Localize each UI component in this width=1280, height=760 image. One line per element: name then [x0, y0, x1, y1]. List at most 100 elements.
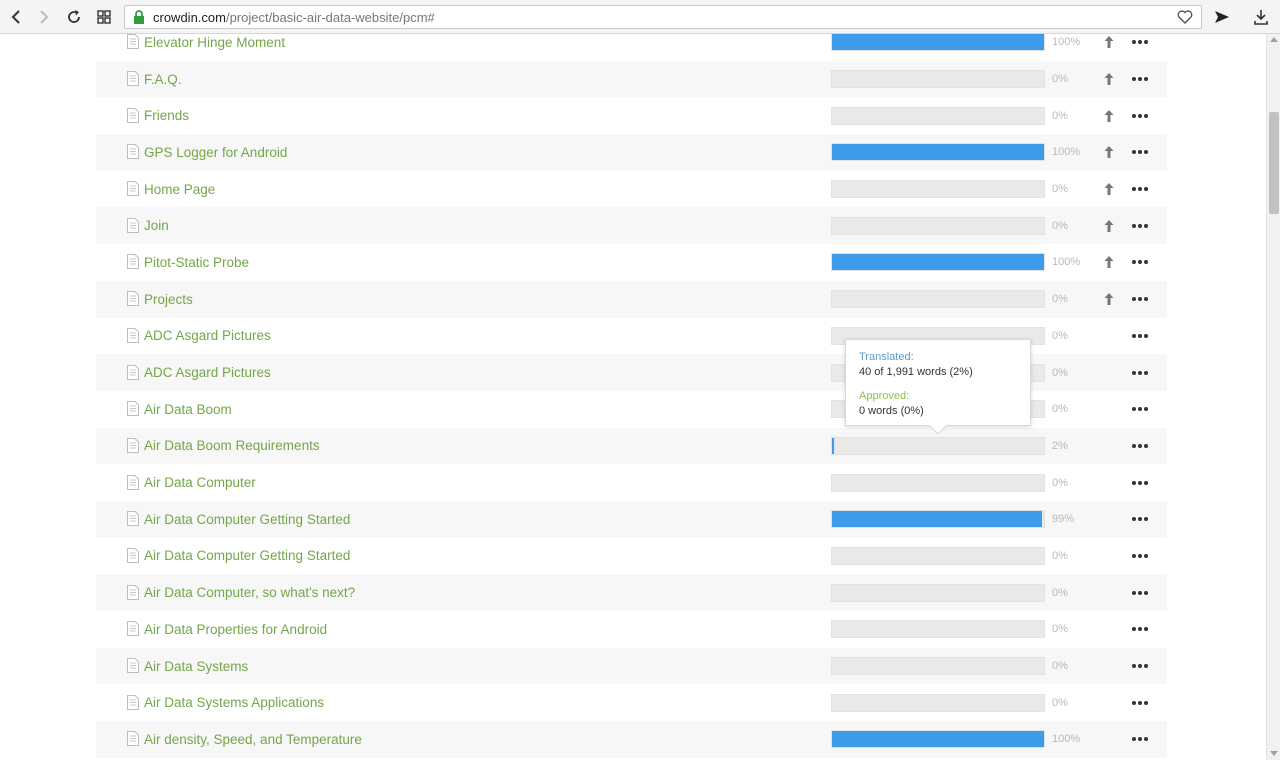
- progress-bar[interactable]: [831, 473, 1045, 492]
- file-name-link[interactable]: Air Data Computer: [144, 475, 256, 490]
- file-row[interactable]: F.A.Q. 0%: [96, 60, 1167, 98]
- progress-bar[interactable]: [831, 436, 1045, 455]
- file-row[interactable]: Air Data Systems 0%: [96, 647, 1167, 685]
- file-row[interactable]: GPS Logger for Android 100%: [96, 134, 1167, 171]
- more-options-icon[interactable]: [1132, 333, 1150, 339]
- file-row[interactable]: Air Data Computer Getting Started 0%: [96, 538, 1167, 575]
- address-bar[interactable]: crowdin.com/project/basic-air-data-websi…: [124, 5, 1202, 29]
- more-dot: [1132, 443, 1136, 448]
- more-options-icon[interactable]: [1132, 187, 1150, 192]
- progress-bar[interactable]: [831, 290, 1045, 309]
- progress-bar[interactable]: [831, 143, 1045, 162]
- file-row[interactable]: Home Page 0%: [96, 171, 1167, 208]
- more-options-icon[interactable]: [1132, 664, 1150, 669]
- file-name-link[interactable]: GPS Logger for Android: [144, 145, 287, 160]
- progress-bar[interactable]: [831, 546, 1045, 565]
- file-row[interactable]: Air Data Computer Getting Started 99%: [96, 500, 1167, 538]
- file-name-link[interactable]: Air Data Boom Requirements: [144, 438, 320, 453]
- file-row[interactable]: Air Data Computer 0%: [96, 464, 1167, 501]
- flow-button[interactable]: [1210, 5, 1234, 29]
- more-options-icon[interactable]: [1132, 260, 1150, 265]
- progress-bar[interactable]: [831, 180, 1045, 199]
- vertical-scrollbar[interactable]: [1266, 34, 1280, 760]
- upload-arrow-icon[interactable]: [1104, 292, 1114, 306]
- file-name-link[interactable]: Air Data Systems: [144, 659, 248, 674]
- downloads-button[interactable]: [1249, 5, 1273, 29]
- file-name-link[interactable]: Air Data Computer Getting Started: [144, 512, 350, 527]
- scroll-up-icon[interactable]: [1270, 37, 1278, 42]
- file-name-link[interactable]: Air Data Boom: [144, 402, 232, 417]
- progress-bar[interactable]: [831, 693, 1045, 712]
- progress-bar[interactable]: [831, 106, 1045, 125]
- more-options-icon[interactable]: [1132, 77, 1150, 82]
- upload-arrow-icon[interactable]: [1104, 219, 1114, 233]
- progress-bar[interactable]: [831, 657, 1045, 676]
- back-button[interactable]: [4, 5, 28, 29]
- progress-fill: [832, 731, 1044, 748]
- file-name-link[interactable]: Home Page: [144, 182, 215, 197]
- file-row[interactable]: Pitot-Static Probe 100%: [96, 244, 1167, 281]
- file-row[interactable]: Air Data Computer, so what's next? 0%: [96, 574, 1167, 611]
- file-row[interactable]: Air Data Systems Applications 0%: [96, 684, 1167, 721]
- file-name-link[interactable]: Elevator Hinge Moment: [144, 35, 285, 50]
- file-row[interactable]: Air Data Properties for Android 0%: [96, 611, 1167, 648]
- more-options-icon[interactable]: [1132, 443, 1150, 449]
- upload-arrow-icon[interactable]: [1104, 35, 1114, 49]
- more-options-icon[interactable]: [1132, 480, 1150, 486]
- file-name-link[interactable]: Air Data Computer Getting Started: [144, 548, 350, 563]
- more-options-icon[interactable]: [1132, 223, 1150, 229]
- progress-bar[interactable]: [831, 253, 1045, 272]
- file-name-link[interactable]: Air Data Systems Applications: [144, 695, 324, 710]
- file-name-link[interactable]: Air density, Speed, and Temperature: [144, 732, 362, 747]
- scroll-down-icon[interactable]: [1270, 751, 1278, 756]
- more-options-icon[interactable]: [1132, 737, 1150, 742]
- upload-arrow-icon[interactable]: [1104, 109, 1114, 123]
- more-options-icon[interactable]: [1132, 113, 1150, 119]
- scroll-thumb[interactable]: [1269, 112, 1279, 214]
- more-options-icon[interactable]: [1132, 700, 1150, 706]
- forward-button[interactable]: [32, 5, 56, 29]
- file-row[interactable]: Projects 0%: [96, 280, 1167, 318]
- file-name-link[interactable]: Friends: [144, 108, 189, 123]
- file-row[interactable]: Elevator Hinge Moment 100%: [96, 34, 1167, 61]
- more-dot: [1132, 77, 1136, 82]
- more-options-icon[interactable]: [1132, 370, 1150, 376]
- progress-bar[interactable]: [831, 620, 1045, 639]
- more-dot: [1138, 187, 1142, 192]
- more-options-icon[interactable]: [1132, 590, 1150, 596]
- heart-icon[interactable]: [1177, 9, 1193, 28]
- progress-bar[interactable]: [831, 34, 1045, 52]
- file-name-link[interactable]: Air Data Computer, so what's next?: [144, 585, 355, 600]
- progress-bar[interactable]: [831, 216, 1045, 235]
- upload-arrow-icon[interactable]: [1104, 145, 1114, 159]
- more-options-icon[interactable]: [1132, 40, 1150, 45]
- progress-bar[interactable]: [831, 510, 1045, 529]
- file-name-link[interactable]: Projects: [144, 292, 193, 307]
- more-options-icon[interactable]: [1132, 627, 1150, 632]
- tabs-grid-button[interactable]: [92, 5, 116, 29]
- more-options-icon[interactable]: [1132, 553, 1150, 559]
- upload-arrow-icon[interactable]: [1104, 255, 1114, 269]
- file-name-link[interactable]: ADC Asgard Pictures: [144, 328, 271, 343]
- progress-bar[interactable]: [831, 583, 1045, 602]
- file-row[interactable]: Friends 0%: [96, 97, 1167, 134]
- reload-button[interactable]: [62, 5, 86, 29]
- file-name-link[interactable]: F.A.Q.: [144, 72, 182, 87]
- more-dot: [1138, 150, 1142, 155]
- progress-bar[interactable]: [831, 730, 1045, 749]
- file-row[interactable]: Join 0%: [96, 207, 1167, 245]
- more-options-icon[interactable]: [1132, 297, 1150, 302]
- file-name-link[interactable]: Pitot-Static Probe: [144, 255, 249, 270]
- more-options-icon[interactable]: [1132, 517, 1150, 522]
- file-row[interactable]: Air density, Speed, and Temperature 100%: [96, 721, 1167, 758]
- upload-arrow-icon[interactable]: [1104, 182, 1114, 196]
- file-name-link[interactable]: ADC Asgard Pictures: [144, 365, 271, 380]
- file-row[interactable]: Air Data Boom Requirements 2%: [96, 427, 1167, 465]
- more-options-icon[interactable]: [1132, 407, 1150, 412]
- more-options-icon[interactable]: [1132, 150, 1150, 155]
- more-dot: [1144, 297, 1148, 302]
- file-name-link[interactable]: Join: [144, 218, 169, 233]
- progress-bar[interactable]: [831, 70, 1045, 89]
- file-name-link[interactable]: Air Data Properties for Android: [144, 622, 327, 637]
- upload-arrow-icon[interactable]: [1104, 72, 1114, 86]
